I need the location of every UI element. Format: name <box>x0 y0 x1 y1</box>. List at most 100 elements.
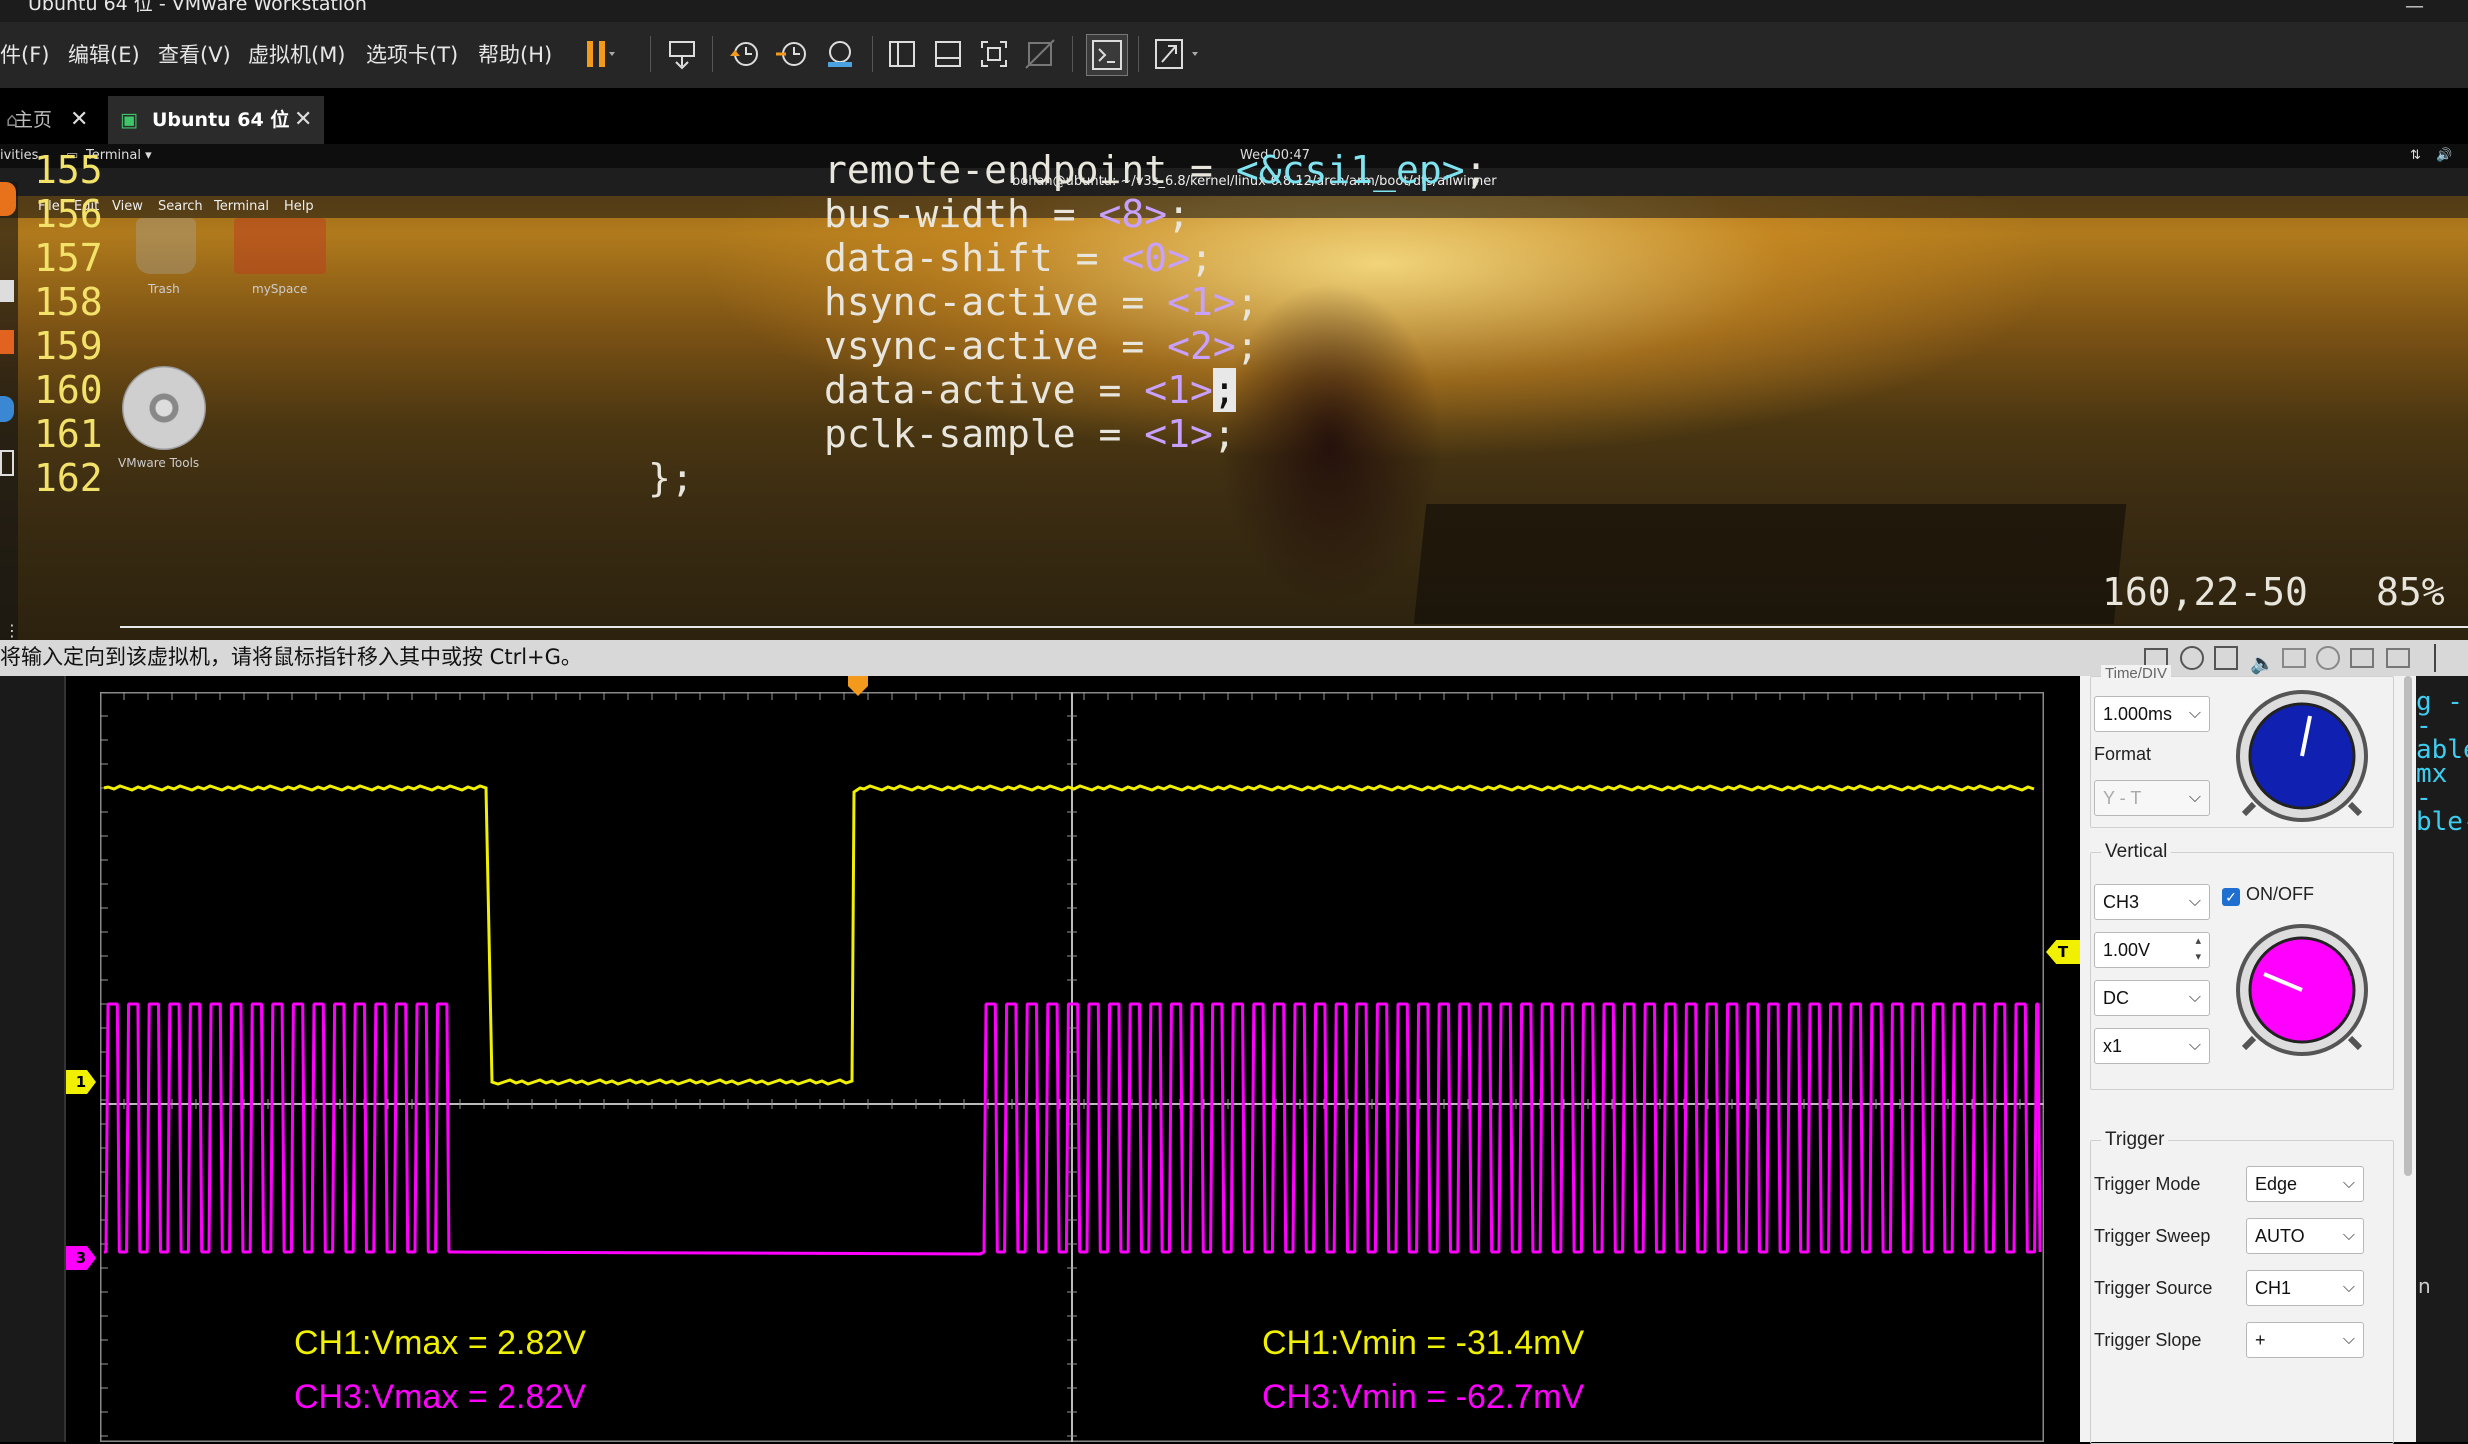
line-number: 155 <box>34 148 103 192</box>
vm-display[interactable]: ivities ▭ Terminal ▾ Wed 00:47 ⇅ 🔊 bohan… <box>0 144 2468 640</box>
menu-help[interactable]: 帮助(H) <box>478 42 552 68</box>
sidebar-view-icon[interactable] <box>882 34 922 74</box>
printer-icon[interactable] <box>2350 648 2374 668</box>
activities-button[interactable]: ivities <box>0 144 38 168</box>
trash-icon[interactable] <box>136 218 196 274</box>
channel-select[interactable]: CH3 ⌵ <box>2094 884 2210 920</box>
time-div-knob[interactable] <box>2232 686 2372 826</box>
line-number: 161 <box>34 412 103 456</box>
network-icon[interactable]: ⇅ <box>2410 144 2421 168</box>
menu-view[interactable]: 查看(V) <box>158 42 231 68</box>
format-label: Format <box>2094 744 2152 764</box>
time-div-select[interactable]: 1.000ms ⌵ <box>2094 696 2210 732</box>
trigger-slope-select[interactable]: + ⌵ <box>2246 1322 2364 1358</box>
show-apps-icon[interactable]: ⋮ <box>4 623 20 639</box>
code-value: <1> <box>1144 412 1213 456</box>
display-icon[interactable] <box>2386 648 2410 668</box>
terminal-dock-icon[interactable] <box>0 450 14 476</box>
terminal-edge-char: n <box>2418 1274 2431 1298</box>
code-semicolon: ; <box>1235 280 1259 324</box>
dvd-icon[interactable] <box>122 366 206 450</box>
code-value: <8> <box>1098 192 1168 236</box>
menu-toolbar: 件(F) 编辑(E) 查看(V) 虚拟机(M) 选项卡(T) 帮助(H) <box>0 22 2468 88</box>
trigger-mode-select[interactable]: Edge ⌵ <box>2246 1166 2364 1202</box>
code-text: bus-width = <8>; <box>824 192 1190 236</box>
pause-icon[interactable] <box>578 34 618 74</box>
camera-icon[interactable] <box>2282 648 2306 668</box>
tab-ubuntu[interactable]: ▣ Ubuntu 64 位 ✕ <box>108 96 324 144</box>
terminal-menu-help[interactable]: Help <box>284 196 314 218</box>
myspace-folder-icon[interactable] <box>234 218 326 274</box>
cursor-position: 160,22-50 <box>2102 570 2308 614</box>
usb-device-icon[interactable] <box>2316 646 2340 670</box>
toolbar-separator <box>872 36 873 72</box>
sound-card-icon[interactable]: 🔈 <box>2250 646 2275 680</box>
terminal-menu-view[interactable]: View <box>112 196 143 218</box>
terminal-menu-terminal[interactable]: Terminal <box>214 196 269 218</box>
oscilloscope-left-gutter <box>0 676 66 1442</box>
window-titlebar: Ubuntu 64 位 - VMware Workstation — <box>0 0 2468 22</box>
volts-div-knob[interactable] <box>2232 920 2372 1060</box>
volts-div-spinner[interactable]: 1.00V ▴ ▾ <box>2094 932 2210 968</box>
time-div-label: Time/DIV <box>2101 665 2171 682</box>
tab-home[interactable]: ⌂ 主页 ✕ <box>0 96 96 144</box>
send-ctrl-alt-del-icon[interactable] <box>662 34 702 74</box>
line-number: 159 <box>34 324 103 368</box>
code-text: data-shift = <0>; <box>824 236 1213 280</box>
terminal-edge-line: ble- <box>2416 807 2468 837</box>
code-value: <2> <box>1167 324 1236 368</box>
code-key: hsync-active = <box>824 280 1168 324</box>
code-key: vsync-active = <box>824 324 1168 368</box>
code-text: remote-endpoint = <&csi1_ep>; <box>824 148 1487 192</box>
minimize-button[interactable]: — <box>2405 0 2424 16</box>
cursor-line-underline <box>120 626 2468 628</box>
code-text: pclk-sample = <1>; <box>824 412 1236 456</box>
stretch-guest-icon[interactable] <box>1150 34 1210 74</box>
line-number: 162 <box>34 456 103 500</box>
menu-edit[interactable]: 编辑(E) <box>68 42 140 68</box>
menu-file[interactable]: 件(F) <box>0 42 49 68</box>
status-separator <box>2434 644 2436 672</box>
terminal-menu-search[interactable]: Search <box>158 196 203 218</box>
trigger-sweep-select[interactable]: AUTO ⌵ <box>2246 1218 2364 1254</box>
coupling-select[interactable]: DC ⌵ <box>2094 980 2210 1016</box>
trigger-slope-label: Trigger Slope <box>2094 1330 2202 1350</box>
probe-select[interactable]: x1 ⌵ <box>2094 1028 2210 1064</box>
line-number: 156 <box>34 192 103 236</box>
files-icon[interactable] <box>0 280 14 302</box>
snapshot-icon[interactable] <box>724 34 764 74</box>
software-icon[interactable] <box>0 330 14 354</box>
code-key: data-active = <box>824 368 1145 412</box>
code-key: pclk-sample = <box>824 412 1145 456</box>
code-value: <0> <box>1121 236 1191 280</box>
thumbnail-view-icon[interactable] <box>928 34 968 74</box>
wallpaper-bench <box>1413 504 2127 624</box>
vm-running-icon: ▣ <box>120 109 138 131</box>
gutter-divider <box>64 676 66 1442</box>
cd-dvd-icon[interactable] <box>2180 646 2204 670</box>
onoff-checkbox[interactable]: ✓ <box>2222 888 2240 906</box>
menu-vm[interactable]: 虚拟机(M) <box>248 42 346 68</box>
panel-scrollbar[interactable] <box>2404 676 2412 1176</box>
code-key: }; <box>648 456 694 500</box>
console-view-icon[interactable] <box>1086 34 1128 76</box>
help-icon[interactable] <box>0 396 14 422</box>
network-adapter-icon[interactable] <box>2214 646 2238 670</box>
dock: ⋮ <box>0 182 20 640</box>
trigger-source-label: Trigger Source <box>2094 1278 2213 1298</box>
code-text: }; <box>648 456 694 500</box>
fullscreen-icon[interactable] <box>974 34 1014 74</box>
vmware-tools-label: VMware Tools <box>118 456 200 470</box>
snapshot-manager-icon[interactable] <box>820 34 860 74</box>
firefox-icon[interactable] <box>0 182 16 216</box>
close-icon[interactable]: ✕ <box>70 96 88 144</box>
revert-snapshot-icon[interactable] <box>772 34 812 74</box>
trigger-sweep-label: Trigger Sweep <box>2094 1226 2211 1246</box>
code-key: data-shift = <box>824 236 1122 280</box>
background-terminal-edge: g -- able mx - ble- n <box>2416 676 2468 1442</box>
volume-icon[interactable]: 🔊 <box>2436 144 2452 168</box>
menu-tabs[interactable]: 选项卡(T) <box>366 42 458 68</box>
close-icon[interactable]: ✕ <box>294 96 312 144</box>
code-semicolon: ; <box>1190 236 1213 280</box>
trigger-source-select[interactable]: CH1 ⌵ <box>2246 1270 2364 1306</box>
